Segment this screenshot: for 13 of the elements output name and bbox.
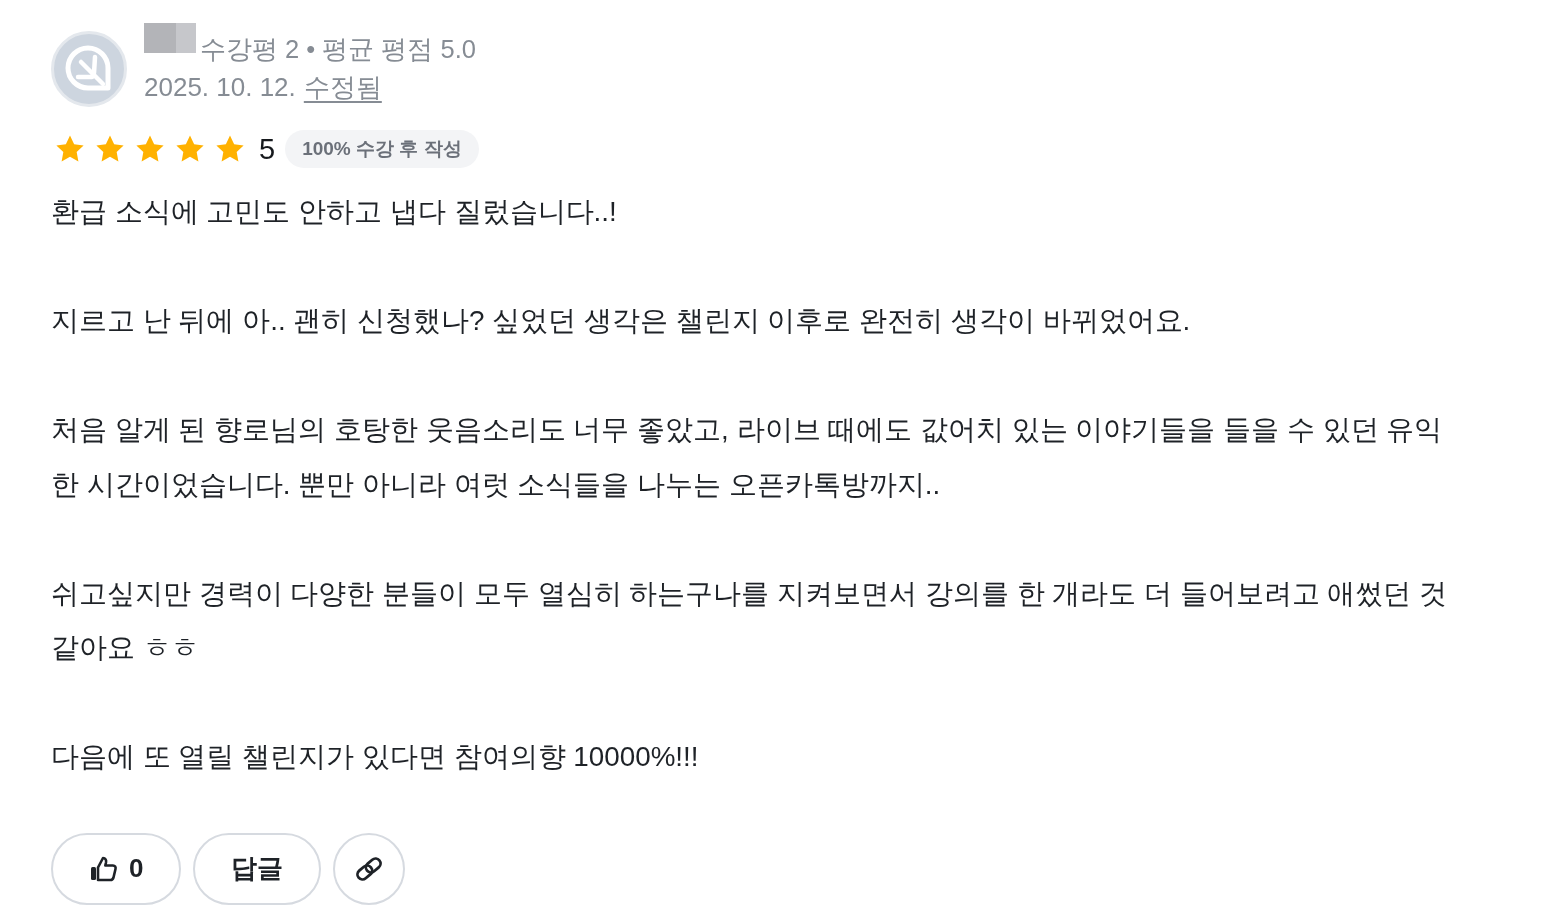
review-paragraph: 쉬고싶지만 경력이 다양한 분들이 모두 열심히 하는구나를 지켜보면서 강의를 한 개라도 더 들어보려고 애썼던 것 같아요 ㅎㅎ [51, 576, 1449, 665]
review-paragraph: 처음 알게 된 향로님의 호탕한 웃음소리도 너무 좋았고, 라이브 때에도 값어치 있는 이야기들을 들을 수 있던 유익한 시간이었습니다. 뿐만 아니라 여럿 소식들을 나누는 오픈카톡방까지.. [51, 413, 1444, 502]
review-date: 2025. 10. 12. [144, 71, 296, 104]
review-paragraph: 환급 소식에 고민도 안하고 냅다 질렀습니다..! [51, 195, 618, 229]
reply-button[interactable]: 답글 [193, 832, 322, 905]
review-stats: 수강평 2 • 평균 평점 5.0 [200, 34, 476, 65]
like-button[interactable]: 0 [51, 832, 182, 905]
leaf-avatar-icon [51, 31, 127, 107]
rating-value: 5 [259, 132, 276, 166]
review-paragraph: 다음에 또 열릴 챌린지가 있다면 참여의향 10000%!!! [51, 740, 700, 774]
completion-badge: 100% 수강 후 작성 [285, 130, 479, 168]
blurred-name-block [144, 23, 196, 53]
review-paragraph: 지르고 난 뒤에 아.. 괜히 신청했나? 싶었던 생각은 챌린지 이후로 완전히 생각이 바뀌었어요. [51, 304, 1192, 338]
